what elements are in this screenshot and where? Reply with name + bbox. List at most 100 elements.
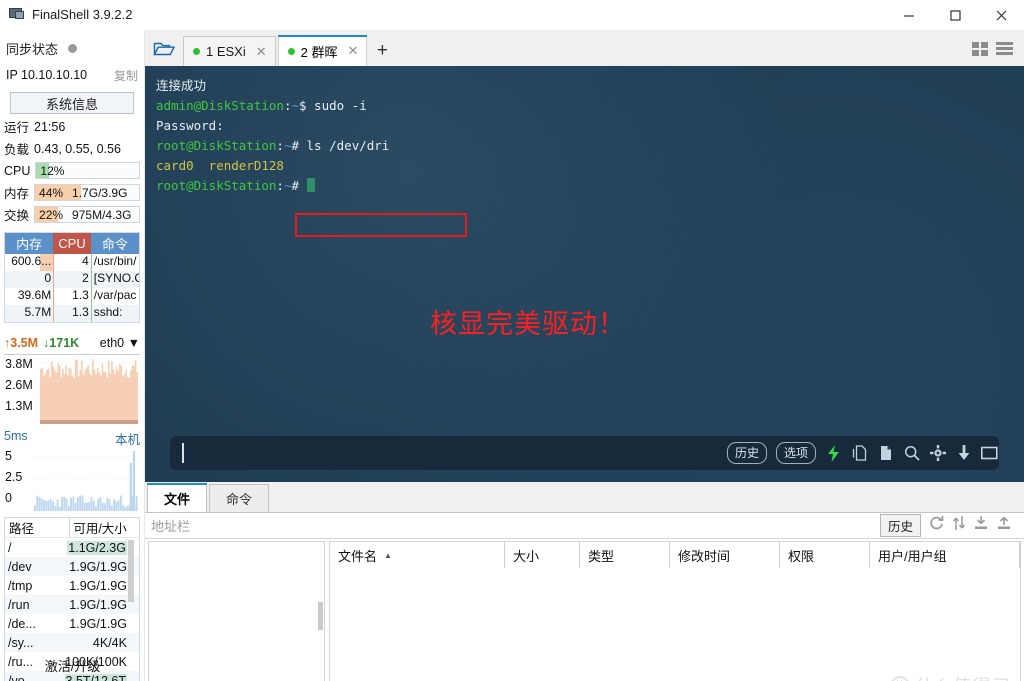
meter-row-0: CPU 12% [0,161,144,180]
network-download-value: ↓171K [43,336,80,350]
sync-status-label: 同步状态 [6,41,59,57]
process-row[interactable]: 600.6... 4/usr/bin/ [5,254,139,271]
close-tab-icon[interactable]: ✕ [348,43,359,59]
meter-bar: 44% 1.7G/3.9G [34,184,140,201]
search-icon[interactable] [903,445,920,462]
file-column-header-3[interactable]: 修改时间 [670,542,780,568]
load-label: 负载 [4,143,30,157]
sort-icon[interactable] [952,515,966,536]
file-manager-panel: 文件 命令 地址栏 历史 文件名 ▲ 大小 类型 修改时间 权限 用户/用户组 [145,482,1024,681]
process-command: sshd: [90,305,139,322]
close-icon[interactable] [978,0,1024,30]
disk-row[interactable]: /dev 1.9G/1.9G [5,557,139,576]
session-tab-1[interactable]: 1 ESXi ✕ [183,36,276,66]
meter-percent: 44% [39,185,64,200]
download-icon[interactable] [955,445,972,462]
file-column-header-0[interactable]: 文件名 ▲ [330,542,505,568]
title-bar: FinalShell 3.9.2.2 [0,0,1024,30]
terminal-line-4: card0 renderD128 [156,158,284,173]
process-row[interactable]: 39.6M 1.3/var/pac [5,288,139,305]
process-command: [SYNO.C [90,271,139,288]
latency-header: 5ms 本机 [4,429,140,448]
file-column-label: 修改时间 [678,548,731,564]
session-tab-2[interactable]: 2 群晖 ✕ [277,35,368,66]
disk-table-scrollbar[interactable] [128,540,134,602]
disk-size: 4K/4K [92,635,127,650]
refresh-icon[interactable] [928,515,945,536]
process-memory: 600.6... [5,254,54,271]
download-icon[interactable] [973,515,989,536]
latency-scope[interactable]: 本机 [115,429,140,448]
session-tab-label: 2 群晖 [300,44,338,60]
lightning-icon[interactable] [825,444,842,462]
disk-row[interactable]: /1.1G/2.3G [5,538,139,557]
meter-label: 交换 [4,209,30,223]
close-tab-icon[interactable]: ✕ [256,44,267,60]
disk-row[interactable]: /de... 1.9G/1.9G [5,614,139,633]
process-row[interactable]: 0 2 [SYNO.C [5,271,139,288]
terminal-line-5: root@DiskStation:~# [156,176,1024,196]
process-col-memory[interactable]: 内存 [5,233,54,254]
network-interface-select[interactable]: eth0 ▼ [100,336,140,350]
process-col-cpu[interactable]: CPU [53,233,91,254]
file-column-header-2[interactable]: 类型 [580,542,670,568]
duplicate-icon[interactable] [851,445,868,462]
process-table[interactable]: 内存 CPU 命令 600.6... 4/usr/bin/0 2 [SYNO.C 39.… [4,232,140,323]
directory-tree-scrollbar[interactable] [318,602,323,630]
activate-upgrade-link[interactable]: 激活/升级 [0,656,145,675]
lat-y-label-2: 0 [5,491,12,505]
disk-col-path[interactable]: 路径 [5,518,69,537]
layout-controls [972,41,1024,66]
disk-size: 1.9G/1.9G [69,616,127,631]
disk-row[interactable]: /sy... 4K/4K [5,633,139,652]
minimize-icon[interactable] [886,0,932,30]
terminal-cursor [306,178,315,192]
copy-icon[interactable] [877,445,894,462]
process-col-command[interactable]: 命令 [90,233,139,254]
process-row[interactable]: 5.7M 1.3 sshd: [5,305,139,322]
file-manager-toolbar: 历史 [879,514,1024,537]
file-column-header-4[interactable]: 权限 [780,542,870,568]
window-title: FinalShell 3.9.2.2 [32,7,133,22]
file-column-header-1[interactable]: 大小 [505,542,580,568]
disk-table-header: 路径 可用/大小 [5,518,139,538]
disk-row[interactable]: /tmp 1.9G/1.9G [5,576,139,595]
directory-tree-pane[interactable] [148,541,325,681]
load-row: 负载 0.43, 0.55, 0.56 [0,139,144,158]
new-tab-button[interactable]: + [369,36,395,66]
terminal-toolbar: 历史 选项 [717,436,1008,470]
window-icon[interactable] [981,445,998,462]
disk-row[interactable]: /run 1.9G/1.9G [5,595,139,614]
terminal-history-button[interactable]: 历史 [726,442,767,464]
file-column-label: 类型 [588,548,615,564]
file-list-header: 文件名 ▲ 大小 类型 修改时间 权限 用户/用户组 [330,542,1020,568]
file-manager-tab-0[interactable]: 文件 [147,483,207,512]
system-info-button[interactable]: 系统信息 [10,92,134,114]
connection-status-dot [287,47,295,55]
open-folder-icon[interactable] [145,32,183,66]
upload-icon[interactable] [996,515,1012,536]
file-column-label: 文件名 [338,548,378,564]
file-history-button[interactable]: 历史 [879,514,921,537]
uptime-label: 运行 [4,121,30,135]
finalshell-window: FinalShell 3.9.2.2 同步状态 IP 10.10.10.10 复… [0,0,1024,681]
file-list-pane[interactable]: 文件名 ▲ 大小 类型 修改时间 权限 用户/用户组 [329,541,1021,681]
copy-ip-button[interactable]: 复制 [114,67,138,84]
meter-percent: 22% [39,207,64,222]
file-column-header-5[interactable]: 用户/用户组 [870,542,1020,568]
meter-row-1: 内存 44% 1.7G/3.9G [0,183,144,202]
address-input[interactable]: 地址栏 [145,516,190,535]
grid-layout-icon[interactable] [972,41,990,62]
file-manager-tab-1[interactable]: 命令 [209,484,269,512]
gear-icon[interactable] [929,445,946,462]
terminal-red-annotation: 核显完美驱动！ [430,309,626,340]
list-layout-icon[interactable] [996,41,1014,62]
terminal-panel[interactable]: 连接成功 admin@DiskStation:~$ sudo -i Password… [145,66,1024,482]
maximize-icon[interactable] [932,0,978,30]
terminal-options-button[interactable]: 选项 [775,442,816,464]
chevron-down-icon: ▼ [127,336,140,350]
latency-chart: 5 2.5 0 [4,449,140,511]
net-y-label-2: 1.3M [5,399,33,413]
disk-col-size[interactable]: 可用/大小 [69,518,129,537]
disk-path: /sy... [8,635,34,650]
